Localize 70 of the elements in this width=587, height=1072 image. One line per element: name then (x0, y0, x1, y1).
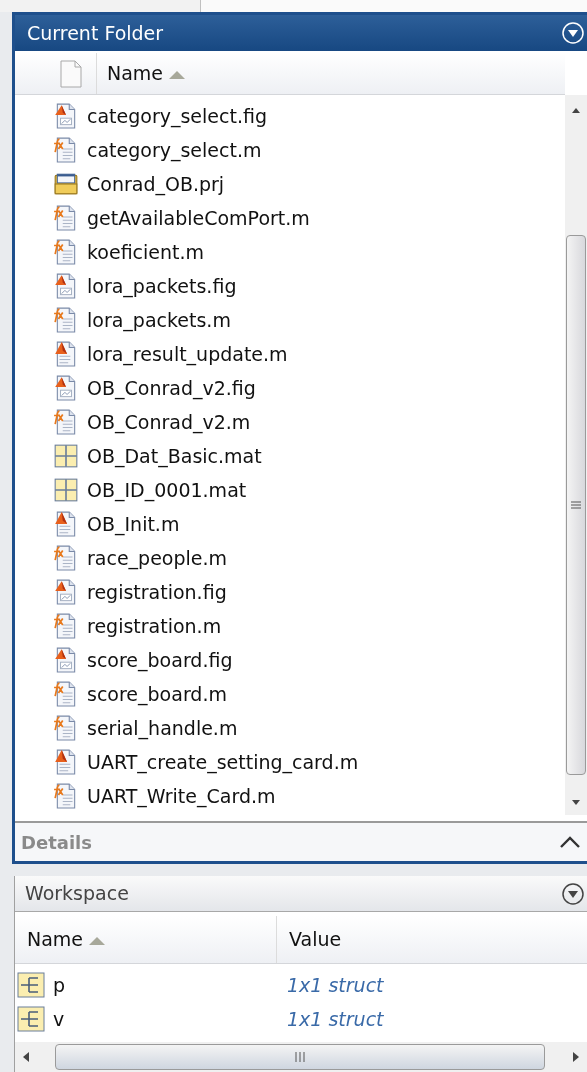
panel-title: Current Folder (27, 20, 164, 46)
dropdown-icon[interactable] (561, 881, 585, 906)
file-name: OB_Dat_Basic.mat (87, 443, 262, 470)
file-row[interactable]: OB_Init.m (15, 507, 565, 541)
file-row[interactable]: serial_handle.m (15, 711, 565, 745)
file-name: OB_ID_0001.mat (87, 477, 247, 504)
file-row[interactable]: category_select.fig (15, 99, 565, 133)
variable-row[interactable]: p 1x1 struct (15, 968, 587, 1002)
file-name: lora_packets.fig (87, 273, 237, 300)
file-name: koeficient.m (87, 239, 205, 265)
file-name: UART_Write_Card.m (87, 783, 276, 810)
sort-ascending-icon (167, 68, 188, 79)
file-row[interactable]: OB_Conrad_v2.m (15, 405, 565, 439)
grid-file-icon (53, 477, 79, 503)
file-row[interactable]: UART_Write_Card.m (15, 779, 565, 813)
file-name: lora_result_update.m (87, 341, 288, 368)
struct-icon (17, 1005, 45, 1033)
scrollbar-thumb[interactable] (566, 235, 586, 775)
file-name: score_board.m (87, 681, 227, 708)
document-icon (60, 59, 82, 88)
name-column-header[interactable]: Name (97, 53, 565, 94)
file-row[interactable]: UART_create_setting_card.m (15, 745, 565, 779)
file-name: race_people.m (87, 545, 228, 572)
name-column-header[interactable]: Name (15, 916, 277, 963)
file-row[interactable]: lora_result_update.m (15, 337, 565, 371)
file-name: UART_create_setting_card.m (87, 749, 359, 776)
file-name: score_board.fig (87, 647, 233, 674)
file-name: getAvailableComPort.m (87, 205, 310, 231)
file-row[interactable]: race_people.m (15, 541, 565, 575)
file-name: Conrad_OB.prj (87, 171, 225, 198)
variable-name: v (53, 1006, 65, 1032)
file-name: lora_packets.m (87, 307, 231, 334)
file-name: serial_handle.m (87, 715, 238, 742)
panel-title: Workspace (25, 881, 129, 907)
file-row[interactable]: getAvailableComPort.m (15, 201, 565, 235)
folder-window-icon (53, 171, 79, 197)
file-row[interactable]: OB_Conrad_v2.fig (15, 371, 565, 405)
file-row[interactable]: category_select.m (15, 133, 565, 167)
grip-icon (294, 1052, 306, 1062)
file-row[interactable]: score_board.m (15, 677, 565, 711)
variable-name: p (53, 972, 66, 998)
file-name: category_select.m (87, 137, 262, 164)
value-column-header[interactable]: Value (277, 916, 587, 963)
file-row[interactable]: OB_Dat_Basic.mat (15, 439, 565, 473)
file-name: OB_Conrad_v2.fig (87, 375, 256, 402)
file-name: OB_Conrad_v2.m (87, 409, 251, 436)
file-name: OB_Init.m (87, 511, 180, 538)
variable-row[interactable]: v 1x1 struct (15, 1002, 587, 1036)
scrollbar-thumb[interactable] (55, 1044, 545, 1070)
file-row[interactable]: OB_ID_0001.mat (15, 473, 565, 507)
horizontal-scrollbar[interactable] (15, 1042, 587, 1072)
grip-icon (571, 500, 581, 510)
file-row[interactable]: lora_packets.fig (15, 269, 565, 303)
file-row[interactable]: score_board.fig (15, 643, 565, 677)
file-name: registration.m (87, 613, 222, 639)
sort-ascending-icon (87, 934, 108, 945)
file-name: category_select.fig (87, 103, 267, 130)
file-name: registration.fig (87, 579, 227, 605)
variable-value: 1x1 struct (286, 972, 384, 998)
struct-icon (17, 971, 45, 999)
grid-file-icon (53, 443, 79, 469)
details-label: Details (21, 830, 92, 855)
file-row[interactable]: registration.fig (15, 575, 565, 609)
file-row[interactable]: koeficient.m (15, 235, 565, 269)
file-row[interactable]: Conrad_OB.prj (15, 167, 565, 201)
vertical-scrollbar[interactable] (565, 95, 587, 815)
variable-value: 1x1 struct (286, 1006, 384, 1032)
file-row[interactable]: lora_packets.m (15, 303, 565, 337)
file-row[interactable]: registration.m (15, 609, 565, 643)
chevron-up-icon[interactable] (559, 835, 581, 849)
